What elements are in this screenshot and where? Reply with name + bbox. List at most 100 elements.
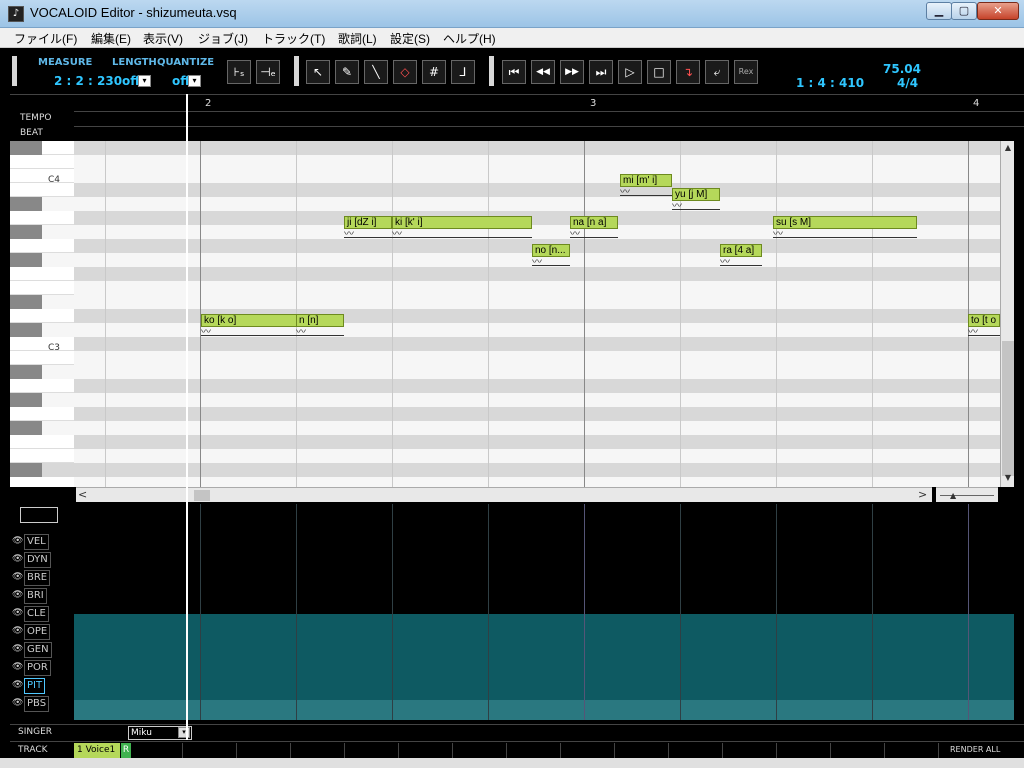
note[interactable]: no [n...	[532, 244, 570, 257]
end-marker-button[interactable]: ⊣ₑ	[256, 60, 280, 84]
scroll-up-icon[interactable]: ▲	[1002, 143, 1014, 155]
menu-help[interactable]: ヘルプ(H)	[443, 30, 496, 47]
curve-label[interactable]: OPE	[24, 624, 51, 640]
curve-item-por[interactable]: 👁 POR	[12, 660, 72, 676]
menu-view[interactable]: 表示(V)	[143, 30, 183, 47]
piano-key-black[interactable]	[10, 463, 42, 477]
render-all-button[interactable]: RENDER ALL	[950, 745, 1000, 754]
toolbar-grip[interactable]	[12, 56, 17, 86]
go-end-button[interactable]: ⏭	[589, 60, 613, 84]
note[interactable]: mi [m' i]	[620, 174, 672, 187]
curve-item-bri[interactable]: 👁 BRI	[12, 588, 72, 604]
note[interactable]: ko [k o]	[201, 314, 297, 327]
horizontal-scroll-thumb[interactable]	[194, 490, 210, 501]
piano-key[interactable]	[10, 169, 74, 183]
curve-label[interactable]: GEN	[24, 642, 52, 658]
piano-key-black[interactable]	[10, 225, 42, 239]
stop-button[interactable]: □	[647, 60, 671, 84]
curve-label-active[interactable]: PIT	[24, 678, 46, 694]
eye-icon[interactable]: 👁	[12, 536, 23, 546]
note[interactable]: yu [j M]	[672, 188, 720, 201]
eye-icon[interactable]: 👁	[12, 554, 23, 564]
toolbar-grip[interactable]	[294, 56, 299, 86]
piano-key-black[interactable]	[10, 323, 42, 337]
menu-edit[interactable]: 編集(E)	[91, 30, 131, 47]
track-tab[interactable]: 1 Voice1	[74, 743, 120, 758]
piano-key-black[interactable]	[10, 197, 42, 211]
zoom-thumb-icon[interactable]: ▲	[950, 491, 956, 500]
close-button[interactable]: ✕	[977, 2, 1019, 20]
pencil-tool-button[interactable]: ✎	[335, 60, 359, 84]
track-render-flag[interactable]: R	[121, 743, 131, 758]
length-dropdown-icon[interactable]: ▾	[138, 75, 151, 87]
pointer-tool-button[interactable]: ↖	[306, 60, 330, 84]
eye-icon[interactable]: 👁	[12, 572, 23, 582]
eye-icon[interactable]: 👁	[12, 662, 23, 672]
curve-item-dyn[interactable]: 👁 DYN	[12, 552, 72, 568]
quantize-dropdown-icon[interactable]: ▾	[188, 75, 201, 87]
piano-key[interactable]	[10, 337, 74, 351]
zoom-slider[interactable]: ▲	[936, 487, 998, 502]
menu-track[interactable]: トラック(T)	[262, 30, 325, 47]
note[interactable]: ra [4 a]	[720, 244, 762, 257]
curve-item-ope[interactable]: 👁 OPE	[12, 624, 72, 640]
menu-file[interactable]: ファイル(F)	[14, 30, 77, 47]
start-marker-button[interactable]: ⊦ₛ	[227, 60, 251, 84]
go-start-button[interactable]: ⏮	[502, 60, 526, 84]
scroll-left-icon[interactable]: <	[78, 488, 87, 501]
piano-key[interactable]	[10, 379, 74, 393]
note[interactable]: su [s M]	[773, 216, 917, 229]
curve-item-cle[interactable]: 👁 CLE	[12, 606, 72, 622]
piano-key[interactable]	[10, 407, 74, 421]
piano-key-black[interactable]	[10, 253, 42, 267]
curve-label[interactable]: PBS	[24, 696, 50, 712]
vocaloid-app-icon[interactable]: ♪	[8, 6, 24, 22]
line-tool-button[interactable]: ╲	[364, 60, 388, 84]
piano-key-black[interactable]	[10, 365, 42, 379]
menu-settings[interactable]: 設定(S)	[390, 30, 430, 47]
menu-job[interactable]: ジョブ(J)	[198, 30, 248, 47]
curve-label[interactable]: VEL	[24, 534, 49, 550]
curve-item-pbs[interactable]: 👁 PBS	[12, 696, 72, 712]
curve-label[interactable]: BRE	[24, 570, 51, 586]
eye-icon[interactable]: 👁	[12, 680, 23, 690]
menu-lyrics[interactable]: 歌詞(L)	[338, 30, 377, 47]
curve-label[interactable]: POR	[24, 660, 51, 676]
piano-key[interactable]	[10, 155, 74, 169]
note[interactable]: ji [dZ i]	[344, 216, 392, 229]
curve-label[interactable]: BRI	[24, 588, 47, 604]
piano-key[interactable]	[10, 435, 74, 449]
control-curve-area[interactable]	[74, 504, 1014, 720]
piano-key[interactable]	[10, 351, 74, 365]
note[interactable]: to [t o	[968, 314, 1000, 327]
rewind-button[interactable]: ◀◀	[531, 60, 555, 84]
piano-key[interactable]	[10, 281, 74, 295]
piano-key[interactable]	[10, 183, 74, 197]
note[interactable]: na [n a]	[570, 216, 618, 229]
piano-key-black[interactable]	[10, 141, 42, 155]
piano-key-black[interactable]	[10, 393, 42, 407]
minimize-button[interactable]: ▁	[926, 2, 952, 20]
follow-button[interactable]: ↴	[676, 60, 700, 84]
grid-button[interactable]: #	[422, 60, 446, 84]
rex-button[interactable]: Rex	[734, 60, 758, 84]
curve-item-bre[interactable]: 👁 BRE	[12, 570, 72, 586]
eye-icon[interactable]: 👁	[12, 698, 23, 708]
vertical-scrollbar[interactable]: ▲ ▼	[1000, 141, 1014, 487]
eye-icon[interactable]: 👁	[12, 644, 23, 654]
singer-dropdown-icon[interactable]: ▾	[178, 727, 190, 738]
curve-item-vel[interactable]: 👁 VEL	[12, 534, 72, 550]
piano-key[interactable]	[10, 477, 74, 487]
curve-label[interactable]: CLE	[24, 606, 49, 622]
eye-icon[interactable]: 👁	[12, 626, 23, 636]
horizontal-scrollbar[interactable]: < >	[76, 487, 932, 502]
curve-label[interactable]: DYN	[24, 552, 51, 568]
piano-key[interactable]	[10, 211, 74, 225]
piano-roll[interactable]: C4 C3 ko [k o] 〰 n [n] 〰 ji [dZ i] 〰 ki …	[10, 141, 1000, 487]
piano-key[interactable]	[10, 309, 74, 323]
forward-button[interactable]: ▶▶	[560, 60, 584, 84]
playhead-cursor[interactable]	[186, 94, 188, 740]
toolbar-grip[interactable]	[489, 56, 494, 86]
play-button[interactable]: ▷	[618, 60, 642, 84]
note[interactable]: ki [k' i]	[392, 216, 532, 229]
